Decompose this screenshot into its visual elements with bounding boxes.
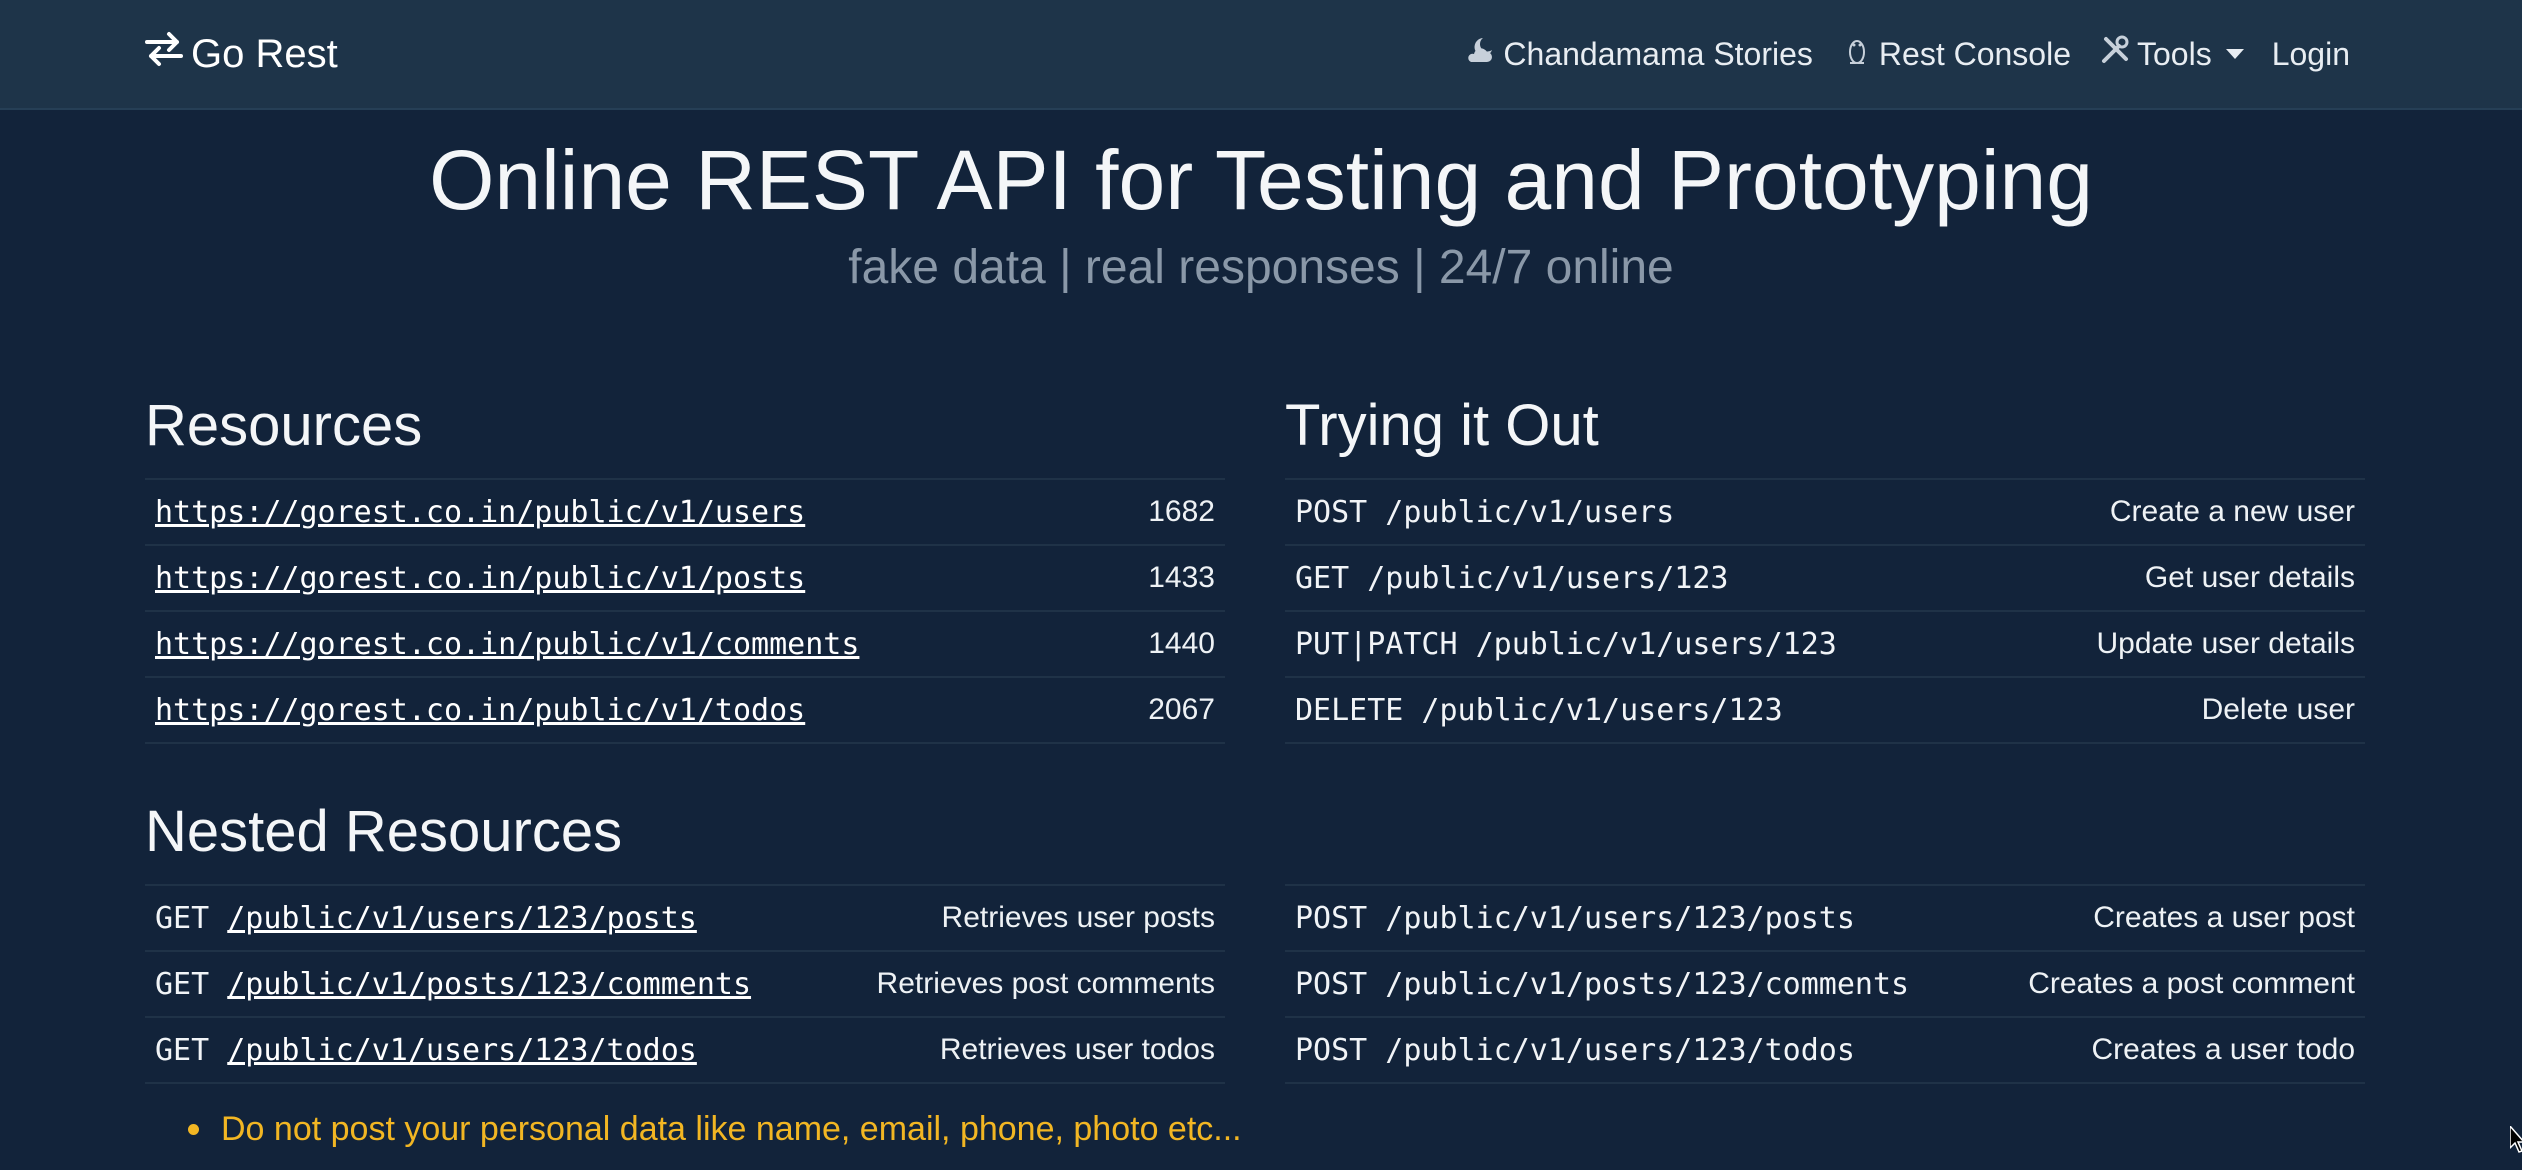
nested-post-table: POST /public/v1/users/123/posts Creates … (1285, 884, 2365, 1084)
resource-count: 2067 (1109, 676, 1225, 744)
privacy-warning-text: Do not post your personal data like name… (221, 1110, 1242, 1148)
nested-link-user-todos[interactable]: /public/v1/users/123/todos (227, 1033, 697, 1068)
table-row: https://gorest.co.in/public/v1/users 168… (145, 478, 1225, 545)
request-cell: DELETE /public/v1/users/123 (1285, 676, 2008, 744)
trying-table: POST /public/v1/users Create a new user … (1285, 478, 2365, 744)
linux-icon (1841, 34, 1873, 74)
table-row: GET /public/v1/users/123/todos Retrieves… (145, 1016, 1225, 1084)
request-cell: PUT|PATCH /public/v1/users/123 (1285, 610, 2008, 677)
request-cell: POST /public/v1/users/123/posts (1285, 884, 1984, 951)
http-method: GET (155, 966, 210, 1002)
resource-count: 1440 (1109, 610, 1225, 677)
request-cell: POST /public/v1/posts/123/comments (1285, 950, 1984, 1017)
nested-get-table: GET /public/v1/users/123/posts Retrieves… (145, 884, 1225, 1084)
table-row: https://gorest.co.in/public/v1/posts 143… (145, 544, 1225, 611)
cloud-moon-icon (1465, 34, 1497, 74)
table-row: PUT|PATCH /public/v1/users/123 Update us… (1285, 610, 2365, 677)
table-row: POST /public/v1/users Create a new user (1285, 478, 2365, 545)
page-title: Online REST API for Testing and Prototyp… (429, 133, 2093, 227)
resources-table: https://gorest.co.in/public/v1/users 168… (145, 478, 1225, 744)
table-row: POST /public/v1/users/123/posts Creates … (1285, 884, 2365, 951)
nav-chandamama-stories[interactable]: Chandamama Stories (1465, 34, 1813, 74)
request-cell: GET /public/v1/users/123 (1285, 544, 2008, 611)
request-description: Create a new user (2007, 478, 2365, 545)
http-method: GET (155, 1032, 210, 1068)
nested-resources-heading: Nested Resources (145, 799, 623, 864)
resource-link-comments[interactable]: https://gorest.co.in/public/v1/comments (155, 627, 859, 662)
table-row: POST /public/v1/posts/123/comments Creat… (1285, 950, 2365, 1017)
nested-link-user-posts[interactable]: /public/v1/users/123/posts (227, 901, 697, 936)
brand-label: Go Rest (191, 31, 338, 76)
request-description: Retrieves post comments (827, 950, 1225, 1017)
table-row: https://gorest.co.in/public/v1/comments … (145, 610, 1225, 677)
request-cell: GET /public/v1/users/123/posts (145, 884, 828, 951)
request-description: Creates a user todo (1983, 1016, 2365, 1084)
request-description: Delete user (2007, 676, 2365, 744)
table-row: GET /public/v1/posts/123/comments Retrie… (145, 950, 1225, 1017)
nav-label: Chandamama Stories (1503, 35, 1813, 72)
resources-heading: Resources (145, 393, 423, 458)
navbar: Go Rest Chandamama Stories Rest Console … (0, 0, 2522, 110)
request-cell: POST /public/v1/users (1285, 478, 2008, 545)
request-cell: GET /public/v1/users/123/todos (145, 1016, 828, 1084)
request-description: Update user details (2007, 610, 2365, 677)
request-description: Retrieves user posts (827, 884, 1225, 951)
request-description: Get user details (2007, 544, 2365, 611)
tools-icon (2099, 34, 2131, 74)
resource-url-cell: https://gorest.co.in/public/v1/users (145, 478, 1110, 545)
bullet-icon (188, 1124, 199, 1135)
brand-link[interactable]: Go Rest (143, 26, 338, 82)
table-row: POST /public/v1/users/123/todos Creates … (1285, 1016, 2365, 1084)
resource-link-todos[interactable]: https://gorest.co.in/public/v1/todos (155, 693, 805, 728)
chevron-down-icon (2225, 49, 2244, 59)
nav-label: Login (2271, 35, 2350, 72)
trying-heading: Trying it Out (1285, 393, 1599, 458)
nav-menu: Chandamama Stories Rest Console Tools Lo… (1465, 26, 2350, 82)
nested-link-post-comments[interactable]: /public/v1/posts/123/comments (227, 967, 751, 1002)
resource-url-cell: https://gorest.co.in/public/v1/comments (145, 610, 1110, 677)
nav-login[interactable]: Login (2272, 36, 2350, 73)
http-method: GET (155, 900, 210, 936)
nav-label: Rest Console (1878, 35, 2071, 72)
table-row: https://gorest.co.in/public/v1/todos 206… (145, 676, 1225, 744)
page-subtitle: fake data | real responses | 24/7 online (848, 241, 1674, 294)
request-description: Retrieves user todos (827, 1016, 1225, 1084)
resource-url-cell: https://gorest.co.in/public/v1/posts (145, 544, 1110, 611)
privacy-warning: Do not post your personal data like name… (188, 1110, 1242, 1149)
resource-count: 1433 (1109, 544, 1225, 611)
table-row: DELETE /public/v1/users/123 Delete user (1285, 676, 2365, 744)
nav-label: Tools (2137, 35, 2212, 72)
resource-link-posts[interactable]: https://gorest.co.in/public/v1/posts (155, 561, 805, 596)
request-cell: POST /public/v1/users/123/todos (1285, 1016, 1984, 1084)
table-row: GET /public/v1/users/123/posts Retrieves… (145, 884, 1225, 951)
nav-rest-console[interactable]: Rest Console (1841, 34, 2071, 74)
exchange-arrows-icon (143, 31, 185, 77)
resource-link-users[interactable]: https://gorest.co.in/public/v1/users (155, 495, 805, 530)
request-description: Creates a user post (1983, 884, 2365, 951)
resource-count: 1682 (1109, 478, 1225, 545)
resource-url-cell: https://gorest.co.in/public/v1/todos (145, 676, 1110, 744)
table-row: GET /public/v1/users/123 Get user detail… (1285, 544, 2365, 611)
request-description: Creates a post comment (1983, 950, 2365, 1017)
nav-tools-dropdown[interactable]: Tools (2099, 34, 2244, 74)
request-cell: GET /public/v1/posts/123/comments (145, 950, 828, 1017)
mouse-cursor-icon (2510, 1126, 2522, 1153)
